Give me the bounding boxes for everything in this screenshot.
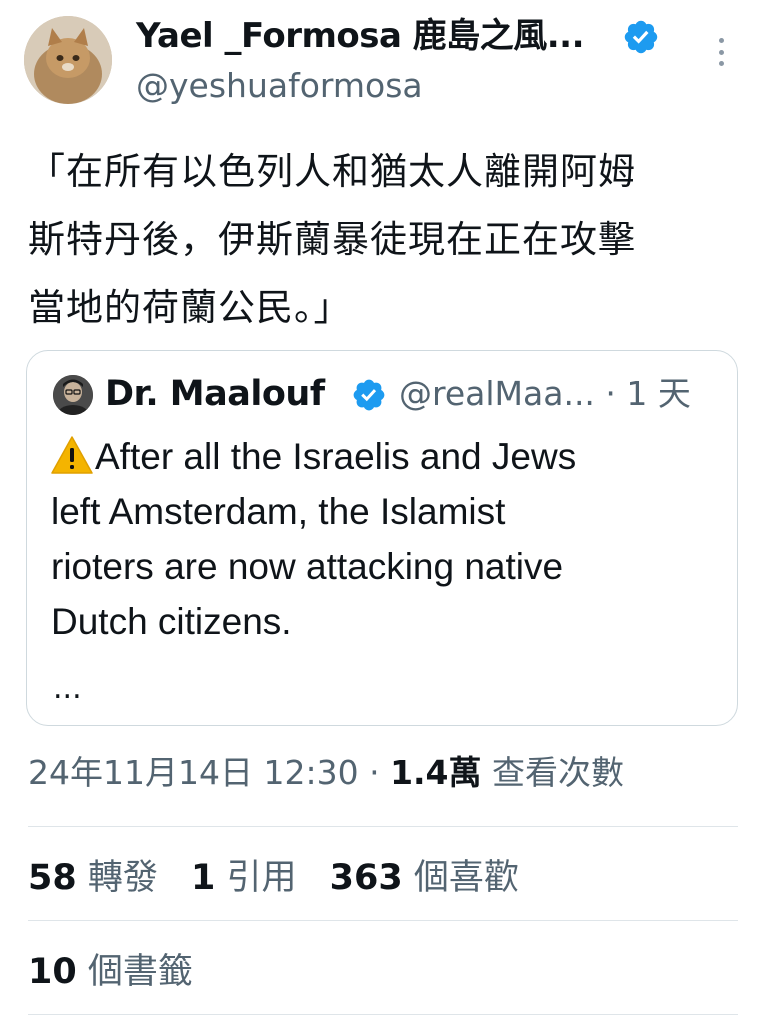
warning-icon <box>51 436 93 474</box>
quotes-stat[interactable]: 1 引用 <box>191 852 297 904</box>
tweet-text: 「在所有以色列人和猶太人離開阿姆 斯特丹後，伊斯蘭暴徒現在正在攻擊 當地的荷蘭公… <box>28 138 748 342</box>
quoted-text-ellipsis: ... <box>53 671 82 706</box>
dot <box>718 38 724 43</box>
divider <box>28 826 738 827</box>
quoted-author-name[interactable]: Dr. Maalouf <box>105 371 325 417</box>
quotes-label: 引用 <box>215 858 297 898</box>
tweet-text-line: 當地的荷蘭公民。」 <box>28 286 352 329</box>
verified-badge-icon <box>624 20 658 54</box>
likes-label: 個喜歡 <box>402 858 519 898</box>
likes-count: 363 <box>329 858 403 898</box>
quoted-text-line: Dutch citizens. <box>51 601 292 642</box>
person-avatar-image <box>53 375 93 415</box>
engagement-stats: 58 轉發 1 引用 363 個喜歡 <box>28 852 541 904</box>
views-label: 查看次數 <box>481 753 625 792</box>
more-options-icon[interactable] <box>706 30 736 74</box>
meta-separator: · <box>358 753 391 792</box>
divider <box>28 1014 738 1015</box>
divider <box>28 920 738 921</box>
tweet-text-line: 「在所有以色列人和猶太人離開阿姆 <box>28 150 636 193</box>
retweets-label: 轉發 <box>76 858 158 898</box>
tweet-header: Yael _Formosa 鹿島之風... @yeshuaformosa <box>0 0 765 120</box>
dot <box>718 49 724 55</box>
quoted-text-line: rioters are now attacking native <box>51 546 564 587</box>
tweet-meta: 24年11月14日 12:30 · 1.4萬 查看次數 <box>28 748 624 798</box>
cat-avatar-image <box>24 16 112 104</box>
views-count: 1.4萬 <box>390 753 482 792</box>
author-handle[interactable]: @yeshuaformosa <box>136 64 423 108</box>
quoted-author-handle[interactable]: @realMaa... <box>399 374 595 413</box>
author-avatar[interactable] <box>24 16 112 104</box>
author-display-name[interactable]: Yael _Formosa 鹿島之風... <box>136 14 616 58</box>
quoted-author-avatar[interactable] <box>53 375 93 415</box>
quoted-text-line: After all the Israelis and Jews <box>51 429 711 484</box>
quoted-tweet-text: After all the Israelis and Jews left Ams… <box>51 429 711 649</box>
quoted-text-line: left Amsterdam, the Islamist <box>51 491 506 532</box>
bookmarks-stat[interactable]: 10 個書籤 <box>28 946 193 998</box>
quoted-tweet-time: · 1 天 <box>605 374 691 413</box>
retweets-stat[interactable]: 58 轉發 <box>28 852 158 904</box>
tweet-text-line: 斯特丹後，伊斯蘭暴徒現在正在攻擊 <box>28 218 636 261</box>
quoted-text-line-content: After all the Israelis and Jews <box>95 436 577 477</box>
verified-badge-icon <box>353 379 385 411</box>
bookmarks-label: 個書籤 <box>76 952 193 992</box>
dot <box>718 61 724 66</box>
retweets-count: 58 <box>28 858 77 898</box>
quotes-count: 1 <box>191 858 216 898</box>
likes-stat[interactable]: 363 個喜歡 <box>330 852 519 904</box>
tweet-timestamp[interactable]: 24年11月14日 12:30 <box>28 753 359 792</box>
quoted-tweet-card[interactable]: Dr. Maalouf @realMaa... · 1 天 After all … <box>26 350 738 726</box>
quoted-author-handle-time: @realMaa... · 1 天 <box>399 371 691 417</box>
bookmarks-count: 10 <box>28 952 77 992</box>
